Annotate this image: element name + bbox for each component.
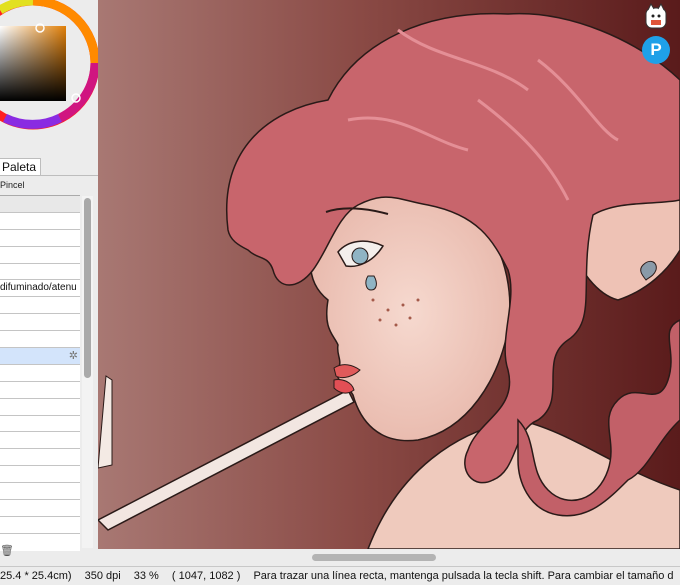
brush-row[interactable] bbox=[0, 517, 80, 534]
color-wheel[interactable] bbox=[0, 0, 98, 152]
status-dpi: 350 dpi bbox=[84, 570, 121, 582]
brush-scrollbar[interactable] bbox=[82, 196, 93, 548]
brush-scroll-thumb[interactable] bbox=[84, 198, 91, 378]
status-canvas-size: 25.4 * 25.4cm) bbox=[0, 570, 72, 582]
gear-icon[interactable]: ✲ bbox=[69, 348, 78, 364]
brush-row[interactable] bbox=[0, 264, 80, 281]
left-panel: Paleta Pincel difuminado/atenu ✲ 🗑 bbox=[0, 0, 99, 566]
brush-row[interactable] bbox=[0, 449, 80, 467]
pixiv-p-button[interactable]: P bbox=[642, 36, 670, 64]
mascot-icon[interactable] bbox=[642, 2, 670, 30]
drawing-canvas[interactable] bbox=[98, 0, 680, 549]
brush-row[interactable] bbox=[0, 365, 80, 382]
brush-row[interactable] bbox=[0, 466, 80, 484]
status-hint: Para trazar una línea recta, mantenga pu… bbox=[253, 570, 674, 582]
brush-row[interactable] bbox=[0, 230, 80, 247]
brush-row[interactable] bbox=[0, 382, 80, 399]
brush-row[interactable] bbox=[0, 247, 80, 264]
brush-row[interactable] bbox=[0, 416, 80, 433]
brush-row[interactable] bbox=[0, 500, 80, 517]
status-bar: 25.4 * 25.4cm) 350 dpi 33 % ( 1047, 1082… bbox=[0, 566, 680, 585]
tab-palette[interactable]: Paleta bbox=[0, 158, 41, 176]
canvas-horizontal-scrollbar[interactable] bbox=[98, 549, 680, 566]
trash-icon[interactable]: 🗑 bbox=[0, 544, 14, 557]
brush-row[interactable] bbox=[0, 213, 80, 230]
brush-row[interactable] bbox=[0, 483, 80, 501]
brush-list[interactable]: difuminado/atenu ✲ bbox=[0, 195, 80, 551]
brush-row[interactable] bbox=[0, 432, 80, 450]
brush-panel-title: Pincel bbox=[0, 180, 25, 190]
brush-row[interactable]: ✲ bbox=[0, 348, 80, 365]
brush-row[interactable] bbox=[0, 314, 80, 332]
brush-row[interactable] bbox=[0, 196, 80, 213]
tab-divider bbox=[0, 175, 98, 176]
brush-row[interactable]: difuminado/atenu bbox=[0, 280, 80, 298]
status-coords: ( 1047, 1082 ) bbox=[171, 570, 241, 582]
brush-row[interactable] bbox=[0, 331, 80, 349]
brush-row[interactable] bbox=[0, 399, 80, 416]
status-zoom: 33 % bbox=[133, 570, 159, 582]
canvas-scroll-thumb[interactable] bbox=[312, 554, 436, 561]
brush-row[interactable] bbox=[0, 297, 80, 315]
